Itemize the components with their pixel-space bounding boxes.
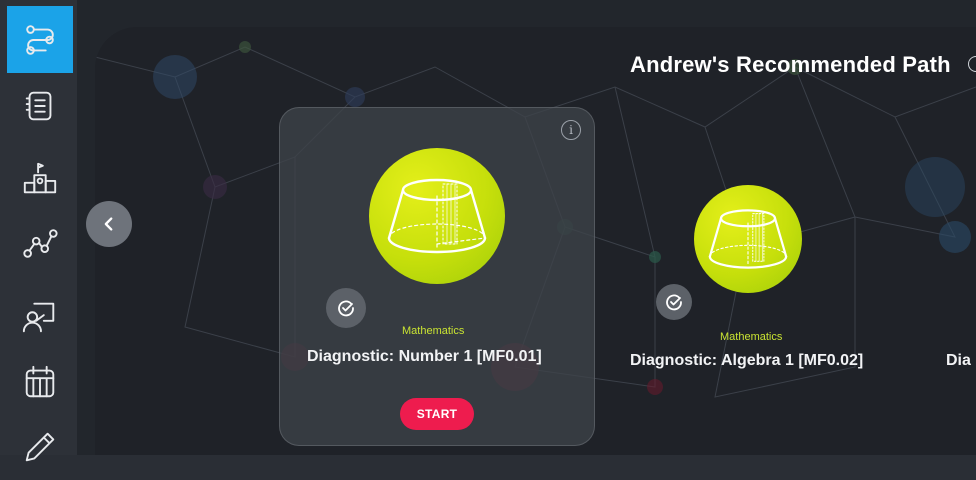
course-title[interactable]: Diagnostic: Number 1 [MF0.01] <box>307 348 542 366</box>
start-button[interactable]: START <box>400 398 474 430</box>
pencil-icon <box>25 432 55 462</box>
check-circle-icon <box>338 300 354 317</box>
course-title[interactable]: Diagnostic: Algebra 1 [MF0.02] <box>630 352 863 370</box>
cone-shape-icon <box>369 148 505 284</box>
check-circle-icon <box>666 294 682 311</box>
cone-shape-icon <box>694 185 802 293</box>
sidebar-item-learning-path[interactable] <box>7 6 73 73</box>
completed-badge <box>326 288 366 328</box>
progress-graph-icon <box>23 229 58 258</box>
learning-path-icon <box>26 24 54 55</box>
page-title: Andrew's Recommended Path <box>630 52 951 77</box>
sidebar-item-calendar[interactable] <box>7 349 73 415</box>
course-title-partial[interactable]: Dia <box>946 352 971 370</box>
sidebar <box>0 0 77 462</box>
sidebar-item-tools[interactable] <box>7 414 73 480</box>
previous-arrow-button[interactable] <box>86 201 132 247</box>
list-notebook-icon <box>25 91 52 121</box>
sidebar-item-progress[interactable] <box>7 210 73 276</box>
chevron-left-icon <box>104 217 113 231</box>
completed-badge <box>656 284 692 320</box>
course-subject: Mathematics <box>402 325 465 337</box>
info-icon[interactable]: i <box>561 120 581 140</box>
calendar-icon <box>25 365 55 398</box>
sidebar-item-leaderboard[interactable] <box>7 146 73 212</box>
leaderboard-podium-icon <box>23 162 57 194</box>
sidebar-item-activities[interactable] <box>7 73 73 139</box>
course-subject: Mathematics <box>720 331 783 343</box>
teacher-board-icon <box>22 302 55 333</box>
sidebar-item-classes[interactable] <box>7 284 73 350</box>
